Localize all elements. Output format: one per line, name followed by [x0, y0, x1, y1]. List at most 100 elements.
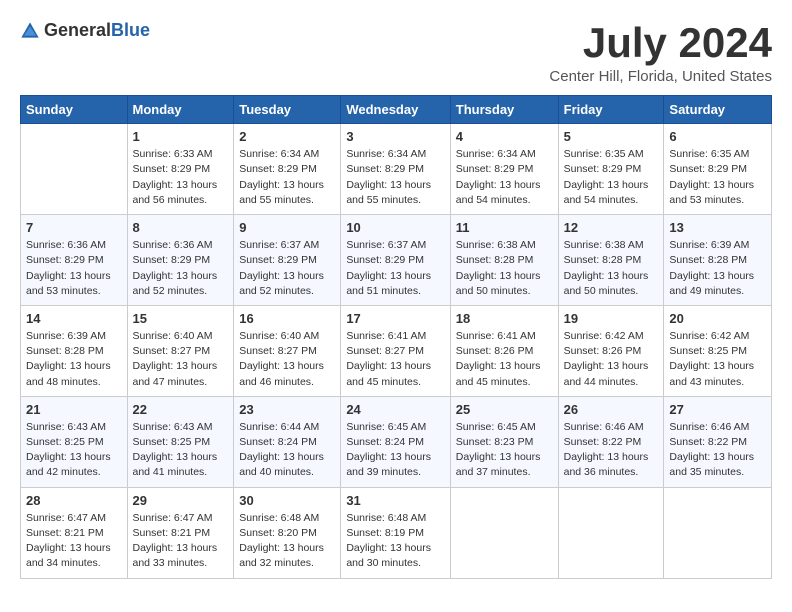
day-number: 25 — [456, 402, 553, 417]
logo: GeneralBlue — [20, 20, 150, 41]
day-number: 21 — [26, 402, 122, 417]
calendar-cell — [21, 124, 128, 215]
day-number: 28 — [26, 493, 122, 508]
calendar-cell: 15 Sunrise: 6:40 AM Sunset: 8:27 PM Dayli… — [127, 305, 234, 396]
day-number: 11 — [456, 220, 553, 235]
week-row-2: 7 Sunrise: 6:36 AM Sunset: 8:29 PM Daylig… — [21, 215, 772, 306]
logo-icon — [20, 21, 40, 41]
calendar-cell: 12 Sunrise: 6:38 AM Sunset: 8:28 PM Dayli… — [558, 215, 664, 306]
col-header-monday: Monday — [127, 96, 234, 124]
day-number: 26 — [564, 402, 659, 417]
location-subtitle: Center Hill, Florida, United States — [549, 68, 772, 85]
day-number: 15 — [133, 311, 229, 326]
cell-info: Sunrise: 6:38 AM Sunset: 8:28 PM Dayligh… — [456, 238, 553, 299]
cell-info: Sunrise: 6:41 AM Sunset: 8:27 PM Dayligh… — [346, 329, 444, 390]
cell-info: Sunrise: 6:43 AM Sunset: 8:25 PM Dayligh… — [133, 420, 229, 481]
calendar-cell: 29Sunrise: 6:47 AM Sunset: 8:21 PM Dayli… — [127, 487, 234, 578]
cell-info: Sunrise: 6:41 AM Sunset: 8:26 PM Dayligh… — [456, 329, 553, 390]
day-number: 14 — [26, 311, 122, 326]
calendar-cell: 23 Sunrise: 6:44 AM Sunset: 8:24 PM Dayli… — [234, 396, 341, 487]
day-number: 13 — [669, 220, 766, 235]
cell-info: Sunrise: 6:33 AM Sunset: 8:29 PM Dayligh… — [133, 147, 229, 208]
col-header-tuesday: Tuesday — [234, 96, 341, 124]
day-number: 3 — [346, 129, 444, 144]
calendar-cell: 30 Sunrise: 6:48 AM Sunset: 8:20 PM Dayli… — [234, 487, 341, 578]
day-number: 1 — [133, 129, 229, 144]
cell-info: Sunrise: 6:35 AM Sunset: 8:29 PM Dayligh… — [669, 147, 766, 208]
cell-info: Sunrise: 6:47 AM Sunset: 8:21 PM Dayligh… — [26, 511, 122, 572]
day-number: 4 — [456, 129, 553, 144]
calendar-cell: 2 Sunrise: 6:34 AM Sunset: 8:29 PM Daylig… — [234, 124, 341, 215]
cell-info: Sunrise: 6:47 AM Sunset: 8:21 PM Dayligh… — [133, 511, 229, 572]
calendar-cell: 11 Sunrise: 6:38 AM Sunset: 8:28 PM Dayli… — [450, 215, 558, 306]
cell-info: Sunrise: 6:39 AM Sunset: 8:28 PM Dayligh… — [26, 329, 122, 390]
week-row-1: 1 Sunrise: 6:33 AM Sunset: 8:29 PM Daylig… — [21, 124, 772, 215]
cell-info: Sunrise: 6:38 AM Sunset: 8:28 PM Dayligh… — [564, 238, 659, 299]
day-number: 6 — [669, 129, 766, 144]
day-number: 10 — [346, 220, 444, 235]
col-header-wednesday: Wednesday — [341, 96, 450, 124]
week-row-3: 14 Sunrise: 6:39 AM Sunset: 8:28 PM Dayli… — [21, 305, 772, 396]
col-header-friday: Friday — [558, 96, 664, 124]
cell-info: Sunrise: 6:34 AM Sunset: 8:29 PM Dayligh… — [239, 147, 335, 208]
day-number: 17 — [346, 311, 444, 326]
day-number: 20 — [669, 311, 766, 326]
calendar-cell: 6 Sunrise: 6:35 AM Sunset: 8:29 PM Daylig… — [664, 124, 772, 215]
cell-info: Sunrise: 6:40 AM Sunset: 8:27 PM Dayligh… — [133, 329, 229, 390]
day-number: 5 — [564, 129, 659, 144]
calendar-cell: 22Sunrise: 6:43 AM Sunset: 8:25 PM Dayli… — [127, 396, 234, 487]
day-number: 12 — [564, 220, 659, 235]
day-number: 16 — [239, 311, 335, 326]
day-number: 30 — [239, 493, 335, 508]
cell-info: Sunrise: 6:48 AM Sunset: 8:20 PM Dayligh… — [239, 511, 335, 572]
calendar-cell: 18 Sunrise: 6:41 AM Sunset: 8:26 PM Dayli… — [450, 305, 558, 396]
cell-info: Sunrise: 6:48 AM Sunset: 8:19 PM Dayligh… — [346, 511, 444, 572]
day-number: 7 — [26, 220, 122, 235]
day-number: 31 — [346, 493, 444, 508]
calendar-cell — [664, 487, 772, 578]
calendar-table: SundayMondayTuesdayWednesdayThursdayFrid… — [20, 95, 772, 578]
calendar-cell: 20 Sunrise: 6:42 AM Sunset: 8:25 PM Dayli… — [664, 305, 772, 396]
calendar-cell: 1 Sunrise: 6:33 AM Sunset: 8:29 PM Daylig… — [127, 124, 234, 215]
calendar-cell: 27Sunrise: 6:46 AM Sunset: 8:22 PM Dayli… — [664, 396, 772, 487]
calendar-cell: 26 Sunrise: 6:46 AM Sunset: 8:22 PM Dayli… — [558, 396, 664, 487]
day-number: 9 — [239, 220, 335, 235]
calendar-cell: 24 Sunrise: 6:45 AM Sunset: 8:24 PM Dayli… — [341, 396, 450, 487]
cell-info: Sunrise: 6:36 AM Sunset: 8:29 PM Dayligh… — [26, 238, 122, 299]
calendar-cell — [558, 487, 664, 578]
month-title: July 2024 — [549, 20, 772, 66]
col-header-thursday: Thursday — [450, 96, 558, 124]
calendar-cell: 13Sunrise: 6:39 AM Sunset: 8:28 PM Dayli… — [664, 215, 772, 306]
day-number: 18 — [456, 311, 553, 326]
calendar-cell: 25 Sunrise: 6:45 AM Sunset: 8:23 PM Dayli… — [450, 396, 558, 487]
cell-info: Sunrise: 6:35 AM Sunset: 8:29 PM Dayligh… — [564, 147, 659, 208]
cell-info: Sunrise: 6:36 AM Sunset: 8:29 PM Dayligh… — [133, 238, 229, 299]
day-number: 19 — [564, 311, 659, 326]
day-number: 8 — [133, 220, 229, 235]
calendar-cell: 8 Sunrise: 6:36 AM Sunset: 8:29 PM Daylig… — [127, 215, 234, 306]
calendar-cell: 9Sunrise: 6:37 AM Sunset: 8:29 PM Daylig… — [234, 215, 341, 306]
cell-info: Sunrise: 6:44 AM Sunset: 8:24 PM Dayligh… — [239, 420, 335, 481]
cell-info: Sunrise: 6:45 AM Sunset: 8:23 PM Dayligh… — [456, 420, 553, 481]
cell-info: Sunrise: 6:37 AM Sunset: 8:29 PM Dayligh… — [346, 238, 444, 299]
calendar-cell: 3 Sunrise: 6:34 AM Sunset: 8:29 PM Daylig… — [341, 124, 450, 215]
calendar-cell: 17 Sunrise: 6:41 AM Sunset: 8:27 PM Dayli… — [341, 305, 450, 396]
calendar-body: 1 Sunrise: 6:33 AM Sunset: 8:29 PM Daylig… — [21, 124, 772, 578]
calendar-cell: 28 Sunrise: 6:47 AM Sunset: 8:21 PM Dayli… — [21, 487, 128, 578]
col-header-sunday: Sunday — [21, 96, 128, 124]
col-header-saturday: Saturday — [664, 96, 772, 124]
page-header: GeneralBlue July 2024 Center Hill, Flori… — [20, 20, 772, 85]
cell-info: Sunrise: 6:43 AM Sunset: 8:25 PM Dayligh… — [26, 420, 122, 481]
cell-info: Sunrise: 6:34 AM Sunset: 8:29 PM Dayligh… — [456, 147, 553, 208]
calendar-cell: 19Sunrise: 6:42 AM Sunset: 8:26 PM Dayli… — [558, 305, 664, 396]
cell-info: Sunrise: 6:42 AM Sunset: 8:25 PM Dayligh… — [669, 329, 766, 390]
week-row-4: 21 Sunrise: 6:43 AM Sunset: 8:25 PM Dayli… — [21, 396, 772, 487]
week-row-5: 28 Sunrise: 6:47 AM Sunset: 8:21 PM Dayli… — [21, 487, 772, 578]
cell-info: Sunrise: 6:45 AM Sunset: 8:24 PM Dayligh… — [346, 420, 444, 481]
cell-info: Sunrise: 6:34 AM Sunset: 8:29 PM Dayligh… — [346, 147, 444, 208]
day-number: 2 — [239, 129, 335, 144]
calendar-cell: 21 Sunrise: 6:43 AM Sunset: 8:25 PM Dayli… — [21, 396, 128, 487]
day-number: 23 — [239, 402, 335, 417]
day-number: 24 — [346, 402, 444, 417]
cell-info: Sunrise: 6:46 AM Sunset: 8:22 PM Dayligh… — [564, 420, 659, 481]
